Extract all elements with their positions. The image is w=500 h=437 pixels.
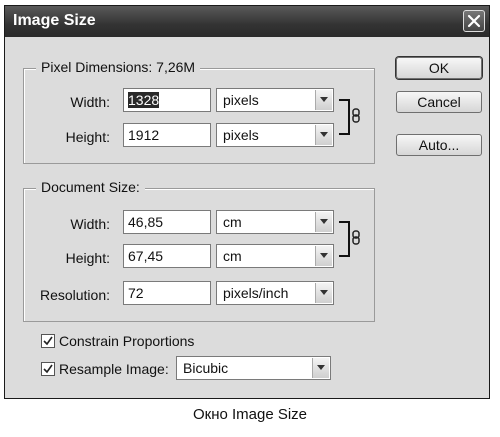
pixel-dimensions-legend: Pixel Dimensions: 7,26M [36,59,201,75]
doc-height-label: Height: [65,250,110,266]
chain-link-icon [339,99,360,135]
pixel-dimensions-label: Pixel Dimensions: [41,59,153,75]
pixel-height-unit: pixels [223,127,259,143]
title-bar[interactable]: Image Size [5,6,489,37]
constrain-proportions-label[interactable]: Constrain Proportions [59,333,194,349]
pixel-width-unit-select[interactable]: pixels [216,88,334,112]
close-icon [467,14,481,28]
pixel-height-unit-select[interactable]: pixels [216,123,334,147]
chevron-down-icon [315,246,332,266]
resolution-input[interactable]: 72 [123,281,211,305]
figure-caption: Окно Image Size [192,406,308,423]
pixel-width-unit: pixels [223,92,259,108]
checkmark-icon [43,364,53,374]
auto-button[interactable]: Auto... [396,134,482,156]
dialog-title: Image Size [13,12,96,29]
cancel-button[interactable]: Cancel [396,91,482,113]
chevron-down-icon [315,125,332,145]
chevron-down-icon [315,90,332,110]
doc-height-unit-select[interactable]: cm [216,244,334,268]
pixel-height-label: Height: [65,129,110,145]
resample-image-label[interactable]: Resample Image: [59,361,169,377]
doc-height-input[interactable]: 67,45 [123,244,211,268]
resolution-unit-select[interactable]: pixels/inch [216,281,334,305]
pixel-dimensions-group: Pixel Dimensions: 7,26M [23,59,375,164]
resample-image-checkbox[interactable] [41,362,55,376]
doc-height-unit: cm [223,248,242,264]
close-button[interactable] [463,10,485,32]
checkmark-icon [43,336,53,346]
pixel-width-input[interactable]: 1328 [123,88,211,112]
document-size-legend: Document Size: [36,179,145,195]
doc-width-label: Width: [70,216,110,232]
constrain-proportions-checkbox[interactable] [41,334,55,348]
image-size-dialog: Image Size Pixel Dimensions: 7,26M Width… [4,5,490,399]
chevron-down-icon [312,358,329,378]
ok-button[interactable]: OK [396,57,482,79]
doc-width-input[interactable]: 46,85 [123,210,211,234]
pixel-dimensions-size: 7,26M [156,59,196,75]
resample-method-value: Bicubic [183,360,229,376]
pixel-width-label: Width: [70,94,110,110]
chevron-down-icon [315,212,332,232]
doc-width-unit: cm [223,214,242,230]
resolution-unit: pixels/inch [223,285,289,301]
chevron-down-icon [315,283,332,303]
resample-method-select[interactable]: Bicubic [176,356,331,380]
doc-width-unit-select[interactable]: cm [216,210,334,234]
pixel-width-value: 1328 [128,92,160,108]
resolution-label: Resolution: [39,287,110,303]
pixel-height-input[interactable]: 1912 [123,123,211,147]
chain-link-icon [339,221,360,257]
